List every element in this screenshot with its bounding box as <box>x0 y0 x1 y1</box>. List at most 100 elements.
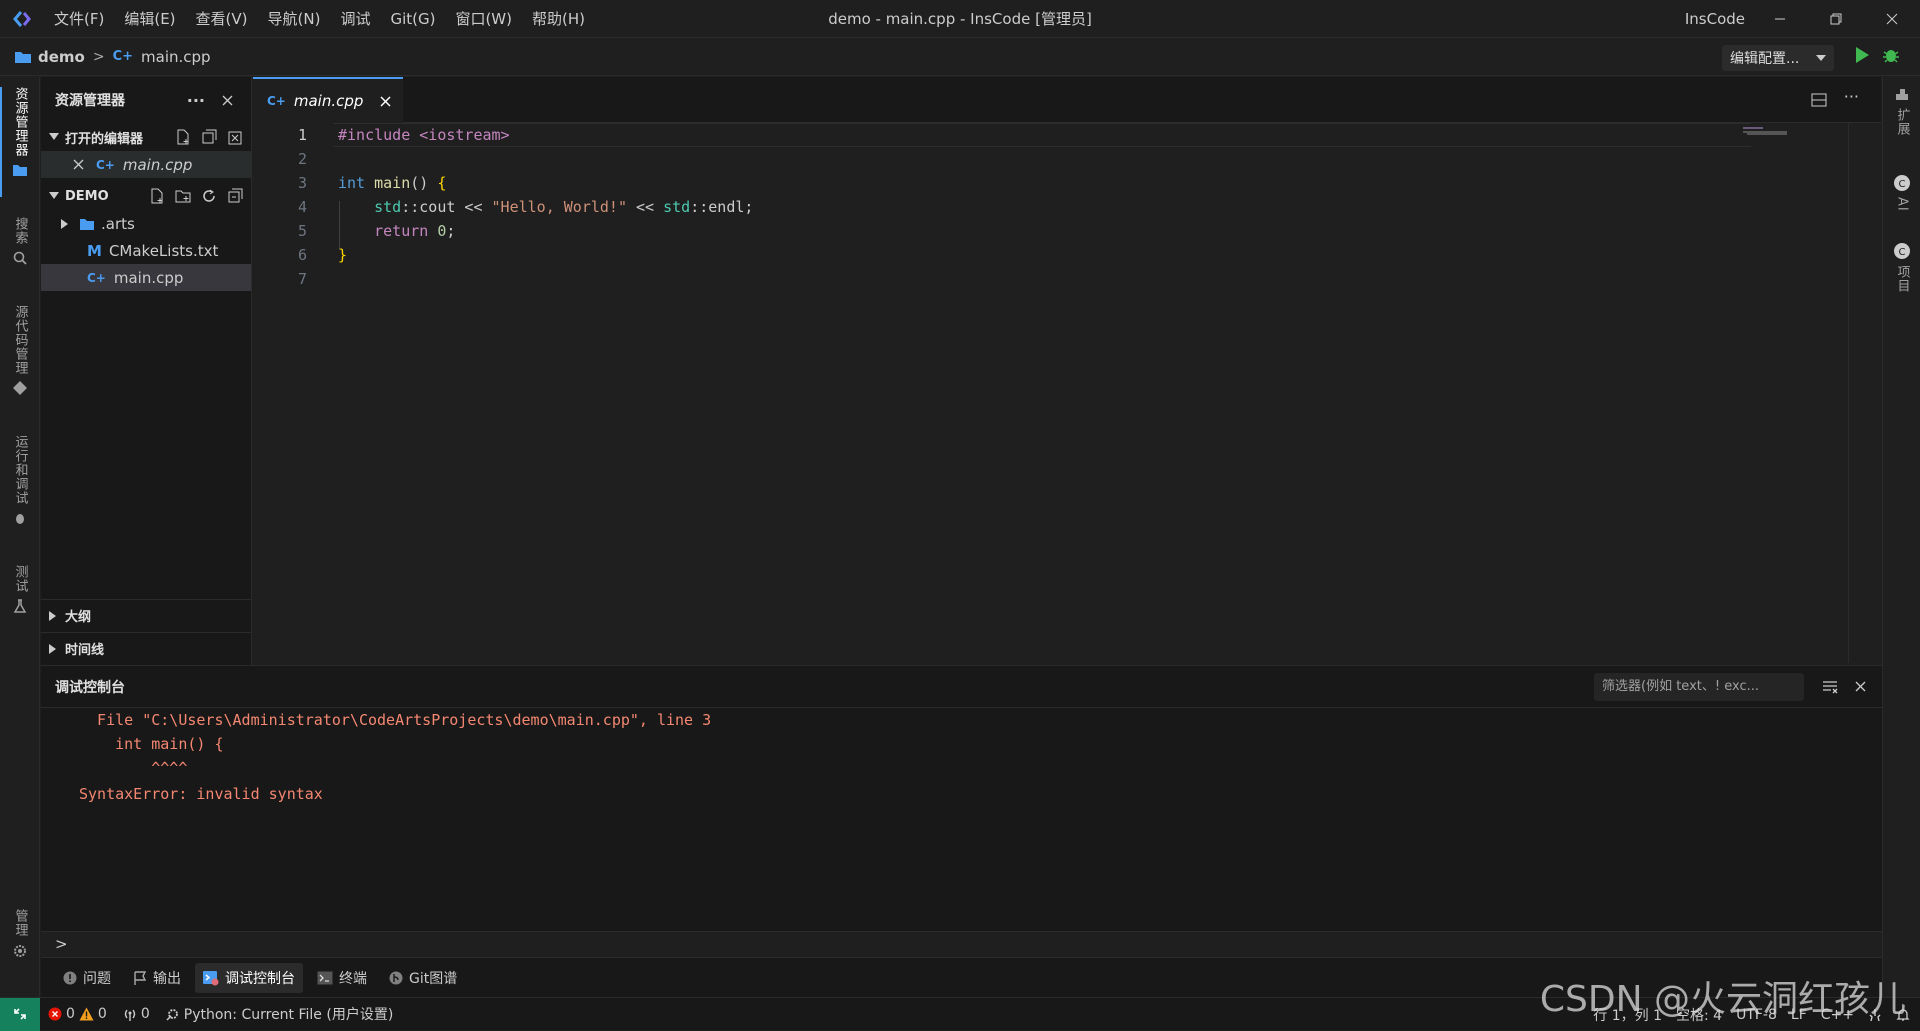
restore-icon <box>1830 13 1842 25</box>
code-token: << <box>627 198 664 216</box>
menu-view[interactable]: 查看(V) <box>186 0 258 38</box>
code-token: ; <box>446 222 456 240</box>
more-actions-icon[interactable]: ··· <box>1844 87 1859 106</box>
minimize-icon <box>1775 18 1785 20</box>
restore-button[interactable] <box>1808 0 1864 38</box>
right-project[interactable]: C 项目 <box>1883 242 1920 293</box>
close-window-button[interactable] <box>1864 0 1920 38</box>
cpp-file-icon: C+ <box>87 270 106 285</box>
close-icon[interactable] <box>1855 681 1866 692</box>
console-filter-input[interactable]: 筛选器(例如 text、! exc... <box>1594 673 1804 701</box>
activity-run-debug[interactable]: 运行和调试 <box>0 435 40 535</box>
menu-help[interactable]: 帮助(H) <box>522 0 595 38</box>
close-icon[interactable] <box>73 159 84 170</box>
project-section-label: DEMO <box>65 188 109 204</box>
tab-label: main.cpp <box>293 92 364 110</box>
line-number: 6 <box>297 246 307 264</box>
outline-label: 大纲 <box>65 610 92 625</box>
chevron-down-icon <box>49 133 59 140</box>
brand-label[interactable]: InsCode <box>1685 0 1745 38</box>
encoding[interactable]: UTF-8 <box>1736 1007 1777 1023</box>
menu-git[interactable]: Git(G) <box>380 0 445 38</box>
panel-header: 调试控制台 筛选器(例如 text、! exc... <box>41 666 1882 708</box>
menu-window[interactable]: 窗口(W) <box>445 0 522 38</box>
editor-scrollbar[interactable] <box>1848 123 1849 663</box>
timeline-label: 时间线 <box>65 643 105 658</box>
cursor-position[interactable]: 行 1，列 1 <box>1593 1005 1662 1025</box>
close-icon[interactable] <box>380 95 391 107</box>
feedback-icon[interactable] <box>1868 1008 1882 1022</box>
activity-explorer[interactable]: 资源管理器 <box>0 87 40 197</box>
split-editor-icon[interactable] <box>1811 92 1827 108</box>
more-actions-icon[interactable]: ··· <box>187 91 205 110</box>
menu-file[interactable]: 文件(F) <box>44 0 114 38</box>
tab-output[interactable]: 输出 <box>125 963 189 993</box>
folder-icon <box>15 51 31 63</box>
play-icon <box>1856 47 1869 63</box>
line-number: 7 <box>297 270 307 288</box>
menu-edit[interactable]: 编辑(E) <box>114 0 185 38</box>
code-line: 6 } <box>253 243 1753 267</box>
indentation[interactable]: 空格: 4 <box>1676 1005 1722 1025</box>
code-editor[interactable]: 1 #include <iostream> 2 3 int main() { 4… <box>253 123 1863 663</box>
open-editor-item[interactable]: C+ main.cpp <box>41 151 251 178</box>
interpreter-status[interactable]: Python: Current File (用户设置) <box>158 998 402 1031</box>
warning-circle-icon <box>63 971 77 984</box>
tab-problems[interactable]: 问题 <box>55 963 119 993</box>
tree-item-main-cpp[interactable]: C+ main.cpp <box>41 264 251 291</box>
project-section[interactable]: DEMO <box>41 182 251 210</box>
activity-manage[interactable]: 管理 <box>0 909 40 969</box>
minimize-button[interactable] <box>1752 0 1808 38</box>
activity-search[interactable]: 搜索 <box>0 217 40 287</box>
refresh-icon[interactable] <box>201 188 217 204</box>
open-editors-section[interactable]: 打开的编辑器 <box>41 123 251 151</box>
activity-scm-label: 源代码管理 <box>12 305 28 375</box>
save-all-icon[interactable] <box>201 129 217 145</box>
end-of-line[interactable]: LF <box>1791 1007 1807 1023</box>
timeline-section[interactable]: 时间线 <box>41 632 252 664</box>
tab-terminal-label: 终端 <box>339 970 367 987</box>
breadcrumb-file[interactable]: C+ main.cpp <box>113 48 211 66</box>
tab-debug-console[interactable]: 调试控制台 <box>195 962 303 993</box>
broadcast-icon <box>124 1009 136 1021</box>
collapse-all-icon[interactable] <box>227 188 243 204</box>
tab-main-cpp[interactable]: C+ main.cpp <box>253 77 403 123</box>
tree-item-label: CMakeLists.txt <box>108 241 219 260</box>
new-file-icon[interactable] <box>175 129 191 145</box>
code-line: 5 return 0; <box>253 219 1753 243</box>
right-ai[interactable]: C AI <box>1883 174 1920 212</box>
run-config-dropdown[interactable]: 编辑配置... <box>1722 45 1834 71</box>
close-icon[interactable] <box>222 95 233 106</box>
sidebar-header: 资源管理器 ··· <box>41 77 251 123</box>
new-file-icon[interactable] <box>149 188 165 204</box>
extensions-icon <box>1896 89 1908 100</box>
bell-icon[interactable] <box>1896 1008 1910 1022</box>
debug-button[interactable] <box>1882 46 1900 68</box>
ports-count: 0 <box>140 1006 150 1022</box>
activity-test[interactable]: 测试 <box>0 565 40 625</box>
language-mode[interactable]: C++ <box>1821 1007 1854 1023</box>
ports-status[interactable]: 0 <box>115 998 158 1031</box>
breadcrumb: demo > C+ main.cpp <box>0 38 1920 76</box>
problems-status[interactable]: 0 0 <box>40 998 115 1031</box>
close-all-icon[interactable] <box>227 129 243 145</box>
breadcrumb-project[interactable]: demo <box>14 48 85 66</box>
menu-debug[interactable]: 调试 <box>330 0 380 38</box>
activity-scm[interactable]: 源代码管理 <box>0 305 40 405</box>
menu-navigate[interactable]: 导航(N) <box>258 0 331 38</box>
remote-indicator[interactable] <box>0 997 40 1031</box>
run-button[interactable] <box>1854 46 1870 68</box>
new-folder-icon[interactable] <box>175 188 191 204</box>
tree-item-cmakelists[interactable]: M CMakeLists.txt <box>41 237 251 264</box>
tab-git-graph[interactable]: Git图谱 <box>381 963 465 993</box>
console-input[interactable]: > <box>41 931 1882 957</box>
clear-console-icon[interactable] <box>1822 679 1838 695</box>
tree-item-arts[interactable]: .arts <box>41 210 251 237</box>
minimap[interactable] <box>1743 127 1803 147</box>
tab-terminal[interactable]: 终端 <box>309 963 375 993</box>
line-number: 4 <box>297 198 307 216</box>
right-extensions[interactable]: 扩展 <box>1883 89 1920 136</box>
breadcrumb-separator: > <box>92 48 105 65</box>
code-token: } <box>338 246 348 264</box>
outline-section[interactable]: 大纲 <box>41 599 252 631</box>
